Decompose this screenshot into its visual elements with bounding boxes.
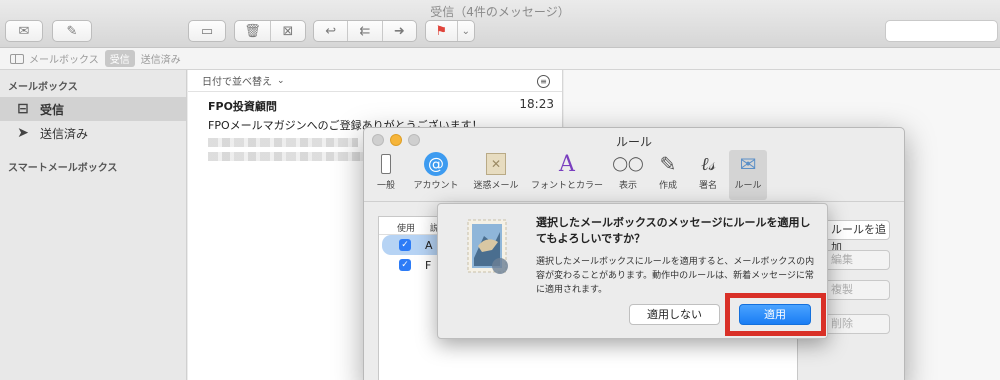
inbox-icon: ⊟ bbox=[17, 101, 29, 117]
blurred-preview bbox=[208, 152, 363, 161]
forward-icon: ➜ bbox=[393, 23, 405, 39]
chevron-down-icon: ⌄ bbox=[277, 75, 285, 86]
tab-label: フォントとカラー bbox=[530, 181, 603, 191]
tab-signatures[interactable]: ℓ𝓈 署名 bbox=[689, 150, 727, 200]
dont-apply-button[interactable]: 適用しない bbox=[629, 304, 720, 325]
add-rule-button[interactable]: ルールを追加 bbox=[819, 220, 890, 254]
sidebar-item-label: 受信 bbox=[40, 102, 65, 117]
favorites-mailboxes[interactable]: メールボックス bbox=[10, 51, 99, 66]
tab-fonts-colors[interactable]: A フォントとカラー bbox=[527, 150, 607, 200]
column-use: 使用 bbox=[397, 224, 416, 234]
rules-envelope-icon: ✉ bbox=[739, 152, 757, 176]
delete-button[interactable]: 🗑 bbox=[235, 21, 270, 41]
archive-icon: ▭ bbox=[200, 23, 214, 39]
blurred-preview bbox=[208, 138, 358, 147]
tab-label: ルール bbox=[734, 181, 762, 191]
smart-mailboxes-title: スマートメールボックス bbox=[8, 163, 118, 174]
flag-group: ⚑ ⌄ bbox=[425, 20, 475, 42]
envelope-icon: ✉ bbox=[18, 23, 30, 39]
trash-icon: 🗑 bbox=[244, 23, 261, 39]
delete-junk-group: 🗑 ⊠ bbox=[234, 20, 306, 42]
duplicate-rule-button[interactable]: 複製 bbox=[819, 280, 890, 300]
message-time: 18:23 bbox=[519, 97, 554, 111]
glasses-icon: ◯◯ bbox=[612, 156, 644, 172]
tab-label: 署名 bbox=[698, 181, 717, 191]
signature-icon: ℓ𝓈 bbox=[700, 153, 716, 175]
reply-icon: ↩ bbox=[325, 23, 337, 39]
dialog-message: 選択したメールボックスにルールを適用すると、メールボックスの内容が変わることがあ… bbox=[536, 257, 815, 295]
pencil-icon: ✎ bbox=[659, 152, 677, 176]
preferences-title: ルール bbox=[615, 135, 652, 149]
junk-icon: ⊠ bbox=[282, 23, 294, 39]
flag-button[interactable]: ⚑ bbox=[426, 21, 457, 41]
toolbar: 受信（4件のメッセージ） ✉ ✎ ▭ 🗑 ⊠ ↩ ⇇ ➜ ⚑ ⌄ bbox=[0, 0, 1000, 48]
sort-label: 日付で並べ替え bbox=[202, 77, 272, 88]
tab-composing[interactable]: ✎ 作成 bbox=[649, 150, 687, 200]
tab-label: 一般 bbox=[376, 181, 395, 191]
mail-stamp-icon bbox=[467, 219, 508, 274]
sort-bar[interactable]: 日付で並べ替え ⌄ ≡ bbox=[188, 70, 562, 92]
forward-button[interactable]: ➜ bbox=[381, 21, 416, 41]
tab-viewing[interactable]: ◯◯ 表示 bbox=[609, 150, 647, 200]
highlight-box bbox=[725, 293, 826, 336]
filter-icon[interactable]: ≡ bbox=[537, 75, 550, 88]
get-mail-button[interactable]: ✉ bbox=[5, 20, 43, 42]
dialog-title: 選択したメールボックスのメッセージにルールを適用してもよろしいですか？ bbox=[536, 216, 811, 245]
sidebar-item-sent[interactable]: ➤ 送信済み bbox=[0, 121, 186, 145]
search-input[interactable] bbox=[885, 20, 998, 42]
tab-junk[interactable]: ✕ 迷惑メール bbox=[467, 150, 525, 200]
chevron-down-icon: ⌄ bbox=[461, 25, 471, 37]
checkbox[interactable]: ✓ bbox=[399, 239, 411, 251]
flag-icon: ⚑ bbox=[435, 23, 448, 39]
tab-label: 作成 bbox=[658, 181, 677, 191]
window-title: 受信（4件のメッセージ） bbox=[430, 5, 570, 19]
sidebar-section-title: メールボックス bbox=[8, 82, 78, 93]
favorites-sent[interactable]: 送信済み bbox=[141, 51, 181, 66]
tab-label: 表示 bbox=[618, 181, 637, 191]
sidebar-item-label: 送信済み bbox=[40, 126, 89, 141]
switch-icon bbox=[371, 150, 401, 178]
tab-general[interactable]: 一般 bbox=[367, 150, 405, 200]
favorites-mailboxes-label: メールボックス bbox=[29, 55, 99, 66]
reply-group: ↩ ⇇ ➜ bbox=[313, 20, 417, 42]
rule-name: F bbox=[425, 258, 432, 272]
sidebar-item-inbox[interactable]: ⊟ 受信 bbox=[0, 97, 186, 121]
sidebar-toggle-icon bbox=[10, 53, 24, 64]
flag-menu-button[interactable]: ⌄ bbox=[456, 21, 474, 41]
remove-rule-button[interactable]: 削除 bbox=[819, 314, 890, 334]
junk-bin-icon: ✕ bbox=[481, 150, 511, 178]
reply-all-button[interactable]: ⇇ bbox=[347, 21, 381, 41]
sidebar: メールボックス ⊟ 受信 ➤ 送信済み スマートメールボックス bbox=[0, 70, 187, 380]
preferences-titlebar: ルール bbox=[364, 128, 904, 152]
junk-button[interactable]: ⊠ bbox=[269, 21, 305, 41]
sent-icon: ➤ bbox=[17, 125, 29, 141]
tab-accounts[interactable]: @ アカウント bbox=[407, 150, 465, 200]
reply-all-icon: ⇇ bbox=[359, 23, 371, 39]
edit-rule-button[interactable]: 編集 bbox=[819, 250, 890, 270]
compose-icon: ✎ bbox=[66, 23, 78, 39]
compose-button[interactable]: ✎ bbox=[52, 20, 92, 42]
message-sender: FPO投資顧問 bbox=[208, 100, 277, 113]
at-icon: @ bbox=[421, 150, 451, 178]
archive-button[interactable]: ▭ bbox=[188, 20, 226, 42]
tab-label: アカウント bbox=[413, 181, 459, 191]
tab-rules[interactable]: ✉ ルール bbox=[729, 150, 767, 200]
favorites-bar: メールボックス 受信 送信済み bbox=[0, 48, 1000, 70]
favorites-inbox[interactable]: 受信 bbox=[104, 50, 135, 67]
tab-label: 迷惑メール bbox=[473, 181, 519, 191]
rule-name: A bbox=[425, 238, 433, 252]
checkbox[interactable]: ✓ bbox=[399, 259, 411, 271]
font-color-icon: A bbox=[559, 151, 575, 177]
reply-button[interactable]: ↩ bbox=[314, 21, 347, 41]
preferences-tabs: 一般 @ アカウント ✕ 迷惑メール A フォントとカラー ◯◯ 表示 ✎ 作成… bbox=[364, 150, 904, 200]
